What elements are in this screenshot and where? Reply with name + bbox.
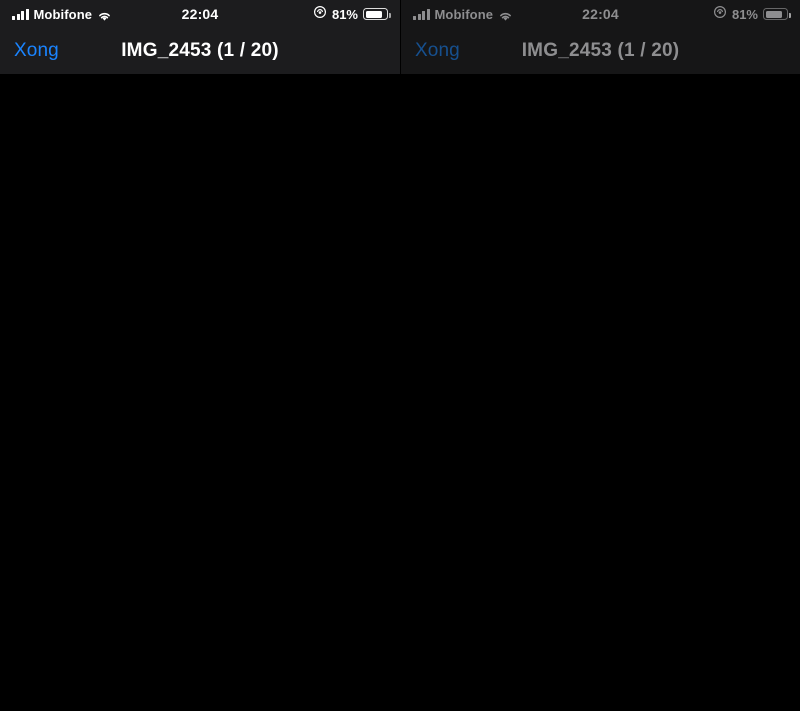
nav-bar-right-screen: Xong IMG_2453 (1 / 20): [401, 28, 800, 74]
done-button[interactable]: Xong: [415, 40, 460, 62]
panel-divider: [400, 0, 401, 711]
page-title: IMG_2453 (1 / 20): [521, 40, 680, 61]
status-bar: Mobifone 22:04 81%: [0, 0, 400, 28]
page-title: IMG_2453 (1 / 20): [121, 40, 279, 61]
phone-screen-left: Mobifone 22:04 81% Xong IMG_2453 (1 / 20…: [0, 0, 400, 711]
status-bar-left: Mobifone: [413, 7, 601, 22]
carrier-label: Mobifone: [33, 6, 93, 22]
status-bar-right: 81%: [601, 5, 791, 24]
cellular-bars-icon: [12, 8, 29, 20]
battery-percent-label: 81%: [331, 6, 358, 22]
screenshot-root: Mobifone 22:04 81% Xong IMG_2453 (1 / 20…: [0, 0, 800, 711]
done-button[interactable]: Xong: [14, 40, 59, 62]
battery-icon: [763, 8, 791, 20]
wifi-icon: [498, 9, 513, 21]
wifi-icon: [97, 9, 112, 21]
carrier-label: Mobifone: [434, 6, 494, 22]
battery-icon: [363, 8, 391, 20]
nav-bar: Xong IMG_2453 (1 / 20): [0, 28, 400, 74]
battery-percent-label: 81%: [731, 6, 758, 22]
status-bar-left: Mobifone: [12, 7, 200, 22]
status-bar-right: 81%: [200, 5, 391, 24]
cellular-bars-icon: [413, 8, 430, 20]
orientation-lock-icon: [713, 5, 727, 24]
status-bar-right-screen: Mobifone 22:04 81%: [401, 0, 800, 28]
orientation-lock-icon: [313, 5, 327, 24]
phone-screen-right: Mobifone 22:04 81% Xong IMG_2453 (1 / 20…: [400, 0, 800, 711]
